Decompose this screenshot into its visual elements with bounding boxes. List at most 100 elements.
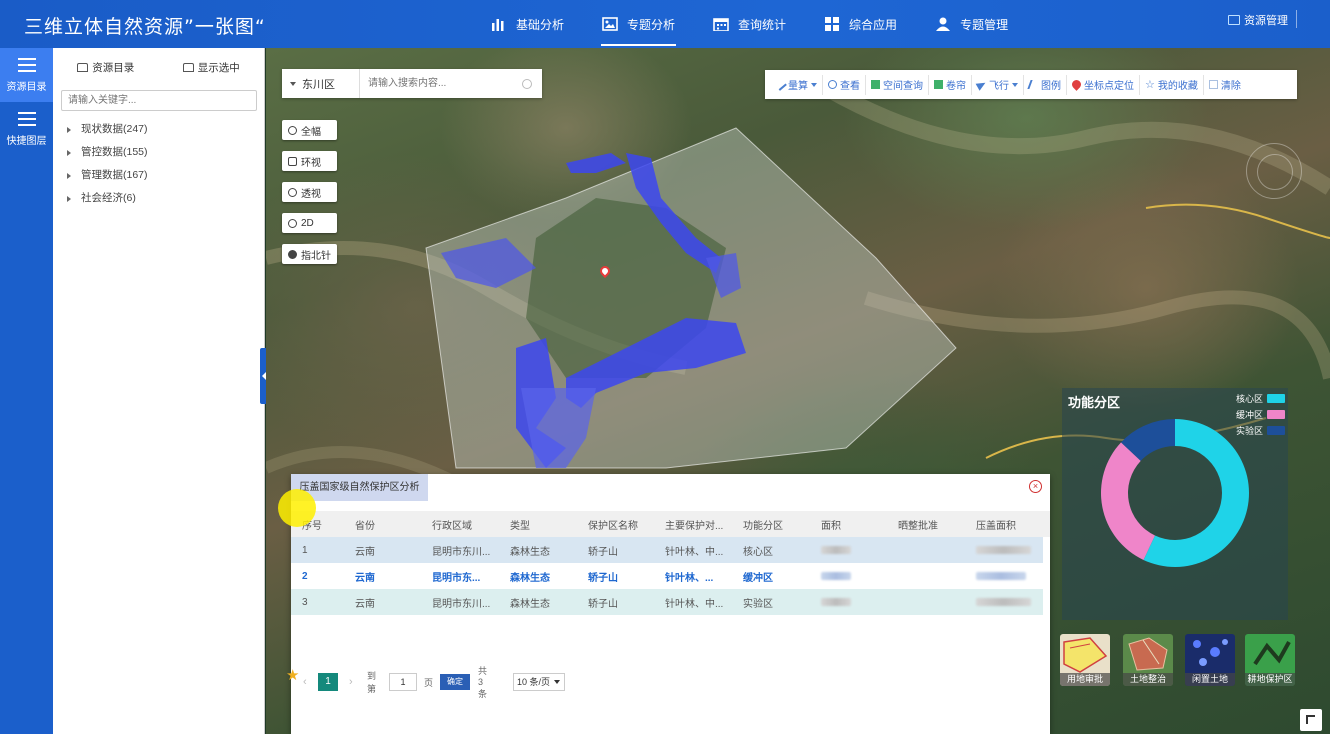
toolbar-label: 卷帘 (946, 81, 966, 92)
col-header[interactable]: 主要保护对... (665, 517, 723, 532)
caret-right-icon[interactable] (67, 149, 71, 156)
nav-basic-analysis[interactable]: 基础分析 (472, 0, 583, 48)
page-size-value: 10 条/页 (517, 677, 551, 687)
thumb-idle-land[interactable]: 闲置土地 (1185, 634, 1235, 686)
col-header[interactable]: 面积 (821, 517, 841, 532)
table-cell: 云南 (355, 572, 375, 584)
col-header[interactable]: 行政区域 (432, 517, 472, 532)
toolbar-swipe[interactable]: 卷帘 (929, 74, 972, 95)
keyword-search-input[interactable] (61, 90, 257, 111)
panel-tabs: 资源目录 显示选中 (53, 48, 264, 86)
col-header[interactable]: 压盖面积 (976, 517, 1016, 532)
region-select[interactable]: 东川区 (282, 69, 360, 98)
main-nav: 基础分析 专题分析 查询统计 综合应用 专题管理 (472, 0, 1027, 48)
plane-icon (975, 78, 988, 91)
fullscreen-toggle-button[interactable] (1300, 709, 1322, 731)
image-icon (602, 17, 618, 31)
page-number-input[interactable]: 1 (389, 673, 417, 691)
eraser-icon (1208, 80, 1218, 89)
toolbar-legend[interactable]: 图例 (1024, 74, 1067, 95)
ctrl-label: 2D (301, 217, 314, 229)
toolbar-fly[interactable]: 飞行 (972, 74, 1024, 95)
tree-item-management-data[interactable]: 管理数据(167) (67, 164, 148, 187)
2d-view-button[interactable]: 2D (282, 213, 337, 233)
info-icon (288, 218, 297, 228)
rail-item-quick-layers[interactable]: 快捷图层 (0, 102, 53, 156)
thumb-land-approval[interactable]: 用地审批 (1060, 634, 1110, 686)
search-icon[interactable] (522, 78, 532, 89)
page-1-button[interactable]: 1 (318, 673, 338, 691)
bar-chart-icon (491, 17, 507, 31)
table-row[interactable]: 1 云南 昆明市东川... 森林生态 轿子山 针叶林、中... 核心区 (291, 537, 1043, 563)
map-viewport[interactable]: 东川区 量算 查看 空间查询 卷帘 飞行 图例 坐标点定位 ☆我的收藏 清除 全… (266, 48, 1330, 734)
caret-right-icon[interactable] (67, 195, 71, 202)
tree-label: 现状数据(247) (81, 123, 148, 135)
nav-query-stats[interactable]: 查询统计 (694, 0, 805, 48)
toolbar-favorites[interactable]: ☆ 我的收藏 (1140, 74, 1204, 95)
ctrl-label: 指北针 (301, 250, 331, 262)
toolbar-clear[interactable]: 清除 (1204, 75, 1246, 95)
tree-item-current-data[interactable]: 现状数据(247) (67, 118, 148, 141)
resource-mgmt-label: 资源管理 (1244, 15, 1288, 27)
toolbar-view[interactable]: 查看 (823, 74, 866, 95)
perspective-button[interactable]: 透视 (282, 182, 337, 202)
table-cell: 实验区 (743, 598, 773, 610)
tab-resource-catalog[interactable]: 资源目录 (53, 60, 159, 75)
header-divider (1296, 10, 1297, 28)
region-value: 东川区 (302, 78, 335, 91)
thumb-label: 闲置土地 (1185, 673, 1235, 686)
table-cell: 2 (302, 570, 308, 582)
redacted-value (821, 598, 851, 606)
chevron-left-icon[interactable]: ‹ (303, 676, 307, 688)
nav-topic-analysis[interactable]: 专题分析 (583, 0, 694, 48)
col-header[interactable]: 类型 (510, 517, 530, 532)
star-icon: ☆ (1145, 79, 1155, 91)
toolbar-label: 图例 (1041, 81, 1061, 92)
table-cell: 云南 (355, 546, 375, 558)
compass-widget[interactable] (1246, 143, 1302, 199)
thumb-land-consolidation[interactable]: 土地整治 (1123, 634, 1173, 686)
resource-mgmt-link[interactable]: 资源管理 (1228, 12, 1288, 28)
toolbar-measure[interactable]: 量算 (771, 74, 823, 95)
star-icon: ★ (286, 667, 300, 684)
chevron-down-icon (811, 82, 817, 87)
tab-label: 资源目录 (92, 61, 135, 74)
col-header[interactable]: 晒整批准 (898, 517, 938, 532)
nav-integrated-app[interactable]: 综合应用 (805, 0, 916, 48)
table-header: 序号 省份 行政区域 类型 保护区名称 主要保护对... 功能分区 面积 晒整批… (291, 511, 1050, 537)
caret-right-icon[interactable] (67, 172, 71, 179)
tree-item-control-data[interactable]: 管控数据(155) (67, 141, 148, 164)
table-row[interactable]: 2 云南 昆明市东... 森林生态 轿子山 针叶林、... 缓冲区 (291, 563, 1043, 589)
close-icon[interactable]: × (1029, 480, 1042, 493)
toolbar-spatial-query[interactable]: 空间查询 (866, 74, 929, 95)
page-size-select[interactable]: 10 条/页 (513, 673, 565, 691)
map-search-input[interactable] (360, 70, 522, 97)
toolbar-coord-locate[interactable]: 坐标点定位 (1067, 74, 1140, 95)
col-header[interactable]: 省份 (355, 517, 375, 532)
chevron-down-icon (1012, 82, 1018, 87)
layers-icon (182, 62, 194, 72)
ctrl-label: 全幅 (301, 126, 321, 138)
chevron-right-icon[interactable]: › (349, 676, 353, 688)
tag-icon (288, 156, 297, 166)
tree-item-socio-economic[interactable]: 社会经济(6) (67, 187, 148, 210)
col-header[interactable]: 功能分区 (743, 517, 783, 532)
function-zone-panel: 功能分区 核心区 缓冲区 实验区 (1062, 388, 1288, 620)
north-arrow-button[interactable]: 指北针 (282, 244, 337, 264)
tab-show-selected[interactable]: 显示选中 (159, 60, 265, 75)
nav-label: 查询统计 (738, 17, 787, 32)
circle-icon (288, 187, 297, 197)
app-header: 三维立体自然资源”一张图“ 基础分析 专题分析 查询统计 综合应用 专题管理 资… (0, 0, 1330, 48)
col-header[interactable]: 保护区名称 (588, 517, 638, 532)
full-extent-button[interactable]: 全幅 (282, 120, 337, 140)
nav-topic-mgmt[interactable]: 专题管理 (916, 0, 1027, 48)
compass-icon (288, 249, 297, 259)
tree-label: 管理数据(167) (81, 169, 148, 181)
rail-item-resource-catalog[interactable]: 资源目录 (0, 48, 53, 102)
caret-right-icon[interactable] (67, 126, 71, 133)
thumb-farmland-protection[interactable]: 耕地保护区 (1245, 634, 1295, 686)
table-row[interactable]: 3 云南 昆明市东川... 森林生态 轿子山 针叶林、中... 实验区 (291, 589, 1043, 615)
orbit-view-button[interactable]: 环视 (282, 151, 337, 171)
donut-slice-2[interactable] (1101, 442, 1155, 560)
page-confirm-button[interactable]: 确定 (440, 674, 470, 690)
